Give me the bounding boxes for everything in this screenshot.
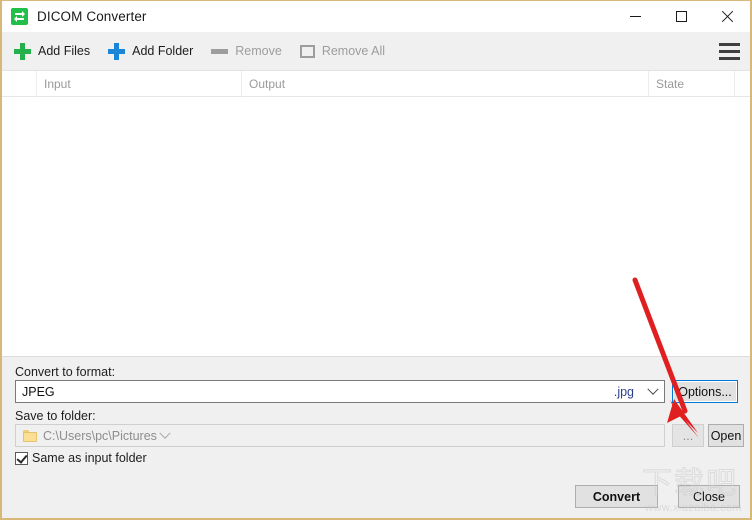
bottom-panel: Convert to format: JPEG .jpg Options... … — [2, 356, 750, 518]
format-value: JPEG — [22, 384, 55, 399]
chevron-down-icon[interactable] — [157, 427, 174, 440]
add-folder-label: Add Folder — [132, 44, 194, 58]
same-as-input-folder-checkbox[interactable]: Same as input folder — [15, 451, 147, 465]
square-icon — [299, 44, 315, 58]
maximize-icon — [675, 11, 687, 22]
maximize-button[interactable] — [658, 1, 704, 32]
add-files-button[interactable]: Add Files — [8, 36, 96, 66]
remove-all-button[interactable]: Remove All — [294, 36, 391, 66]
plus-icon — [14, 42, 31, 60]
format-extension: .jpg — [613, 384, 634, 399]
close-window-button[interactable] — [704, 1, 750, 32]
remove-button[interactable]: Remove — [205, 36, 288, 66]
window-title: DICOM Converter — [37, 9, 147, 24]
file-list-body[interactable] — [2, 97, 750, 355]
dicom-converter-window: DICOM Converter Add Files Add Folder Rem… — [0, 0, 752, 520]
minimize-button[interactable] — [612, 1, 658, 32]
close-button[interactable]: Close — [678, 485, 740, 508]
column-header-spacer — [734, 71, 750, 97]
column-header-input[interactable]: Input — [36, 71, 241, 97]
file-list-header: Input Output State — [2, 71, 750, 97]
add-folder-button[interactable]: Add Folder — [102, 36, 199, 66]
same-as-input-folder-label: Same as input folder — [32, 451, 147, 465]
folder-icon — [23, 429, 37, 442]
format-combo[interactable]: JPEG .jpg — [15, 380, 665, 403]
add-files-label: Add Files — [38, 44, 91, 58]
open-folder-button[interactable]: Open — [708, 424, 744, 447]
minus-icon — [211, 48, 229, 54]
folder-label: Save to folder: — [15, 409, 96, 423]
folder-combo[interactable]: C:\Users\pc\Pictures — [15, 424, 665, 447]
menu-icon[interactable] — [716, 39, 742, 63]
browse-folder-button[interactable]: ... — [672, 424, 704, 447]
convert-button[interactable]: Convert — [575, 485, 658, 508]
column-header-state[interactable]: State — [648, 71, 734, 97]
convert-arrows-icon — [11, 8, 28, 25]
chevron-down-icon[interactable] — [644, 383, 661, 396]
close-icon — [721, 10, 734, 23]
folder-value: C:\Users\pc\Pictures — [43, 428, 157, 443]
title-bar: DICOM Converter — [2, 1, 750, 32]
checkbox-icon — [15, 451, 28, 465]
plus-icon — [108, 42, 126, 60]
remove-label: Remove — [235, 44, 282, 58]
toolbar: Add Files Add Folder Remove Remove All — [2, 32, 750, 71]
minimize-icon — [629, 16, 641, 17]
remove-all-label: Remove All — [321, 44, 386, 58]
format-label: Convert to format: — [15, 365, 116, 379]
options-button[interactable]: Options... — [672, 380, 738, 403]
column-header-output[interactable]: Output — [241, 71, 648, 97]
file-list: Input Output State — [2, 71, 750, 356]
window-controls — [612, 1, 750, 32]
